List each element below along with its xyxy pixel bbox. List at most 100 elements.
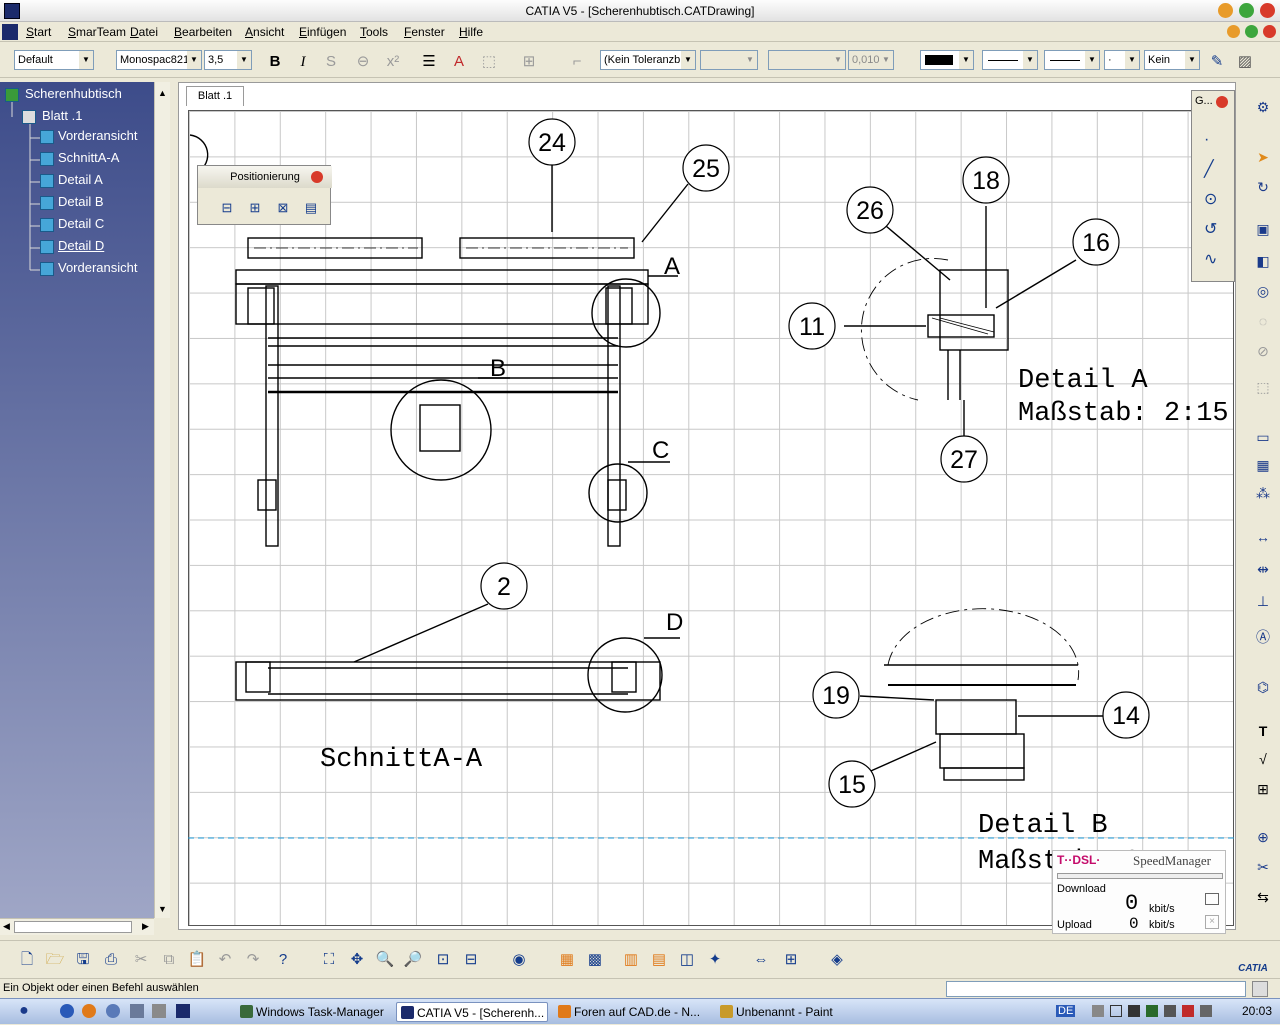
tray-phone-icon[interactable] [1128,1005,1140,1017]
tray-window-icon[interactable] [1110,1005,1122,1017]
position-icon[interactable]: ⌐ [566,52,588,72]
tree-view-item[interactable]: SchnittA-A [58,150,119,165]
close-icon[interactable] [1216,96,1228,108]
command-input[interactable] [946,981,1246,997]
help-icon[interactable]: ? [272,949,294,971]
scroll-thumb[interactable] [14,921,132,933]
strikethrough-icon[interactable]: ⊖ [352,52,374,72]
constraint-icon[interactable]: ⁂ [1252,482,1274,504]
clock[interactable]: 20:03 [1242,1004,1272,1018]
table-icon[interactable]: ▦ [1252,454,1274,476]
doc-minimize-button[interactable] [1227,25,1240,38]
grid-table-icon[interactable]: ⊞ [1252,778,1274,800]
menu-item-hilfe[interactable]: Hilfe [459,24,483,40]
text-icon[interactable]: T [1252,720,1274,742]
align-right-icon[interactable]: ⊠ [270,198,296,218]
spline-icon[interactable]: ∿ [1204,249,1217,269]
quicklaunch-catia-icon[interactable] [176,1004,190,1018]
tray-network-icon[interactable] [1146,1005,1158,1017]
doc-close-button[interactable] [1263,25,1276,38]
copy-icon[interactable]: ⧉ [158,949,180,971]
tree-view-item[interactable]: Vorderansicht [58,128,138,143]
swap-icon[interactable]: ◉ [508,949,530,971]
tree-horizontal-scrollbar[interactable]: ◀ ▶ [0,918,154,935]
anchor-icon[interactable]: ⊞ [518,52,540,72]
broken-view-icon[interactable]: ⊘ [1252,340,1274,362]
pattern-select[interactable]: Kein ▼ [1144,50,1200,70]
menu-item-ansicht[interactable]: Ansicht [245,24,284,40]
pan-icon[interactable]: ✥ [346,949,368,971]
dimension-icon[interactable]: ↔ [1252,526,1274,548]
command-button[interactable] [1252,981,1268,997]
filter-icon[interactable]: ▤ [648,949,670,971]
menu-item-datei[interactable]: Datei [130,24,158,40]
update-icon[interactable]: ↻ [1252,176,1274,198]
tree-root[interactable]: Scherenhubtisch [25,86,122,101]
print-icon[interactable]: ⎙ [100,949,122,971]
frame-icon[interactable]: ⬚ [478,52,500,72]
new-file-icon[interactable]: 🗋 [16,949,38,971]
tray-antivirus-icon[interactable] [1182,1005,1194,1017]
view-icon[interactable]: ▣ [1252,218,1274,240]
fit-all-icon[interactable]: ⛶ [318,949,340,971]
analysis-icon[interactable]: ▥ [620,949,642,971]
document-icon[interactable] [2,24,18,40]
tree-view-item[interactable]: Detail D [58,238,104,253]
grid-icon[interactable]: ▦ [556,949,578,971]
line-icon[interactable]: ╱ [1204,159,1214,179]
menu-item-start[interactable]: Start [26,24,51,40]
chained-dimension-icon[interactable]: ⇹ [1252,558,1274,580]
circle-icon[interactable]: ⊙ [1204,189,1217,209]
menu-item-bearbeiten[interactable]: Bearbeiten [174,24,232,40]
menu-item-fenster[interactable]: Fenster [404,24,445,40]
taskbar-task[interactable]: Unbenannt - Paint [716,1002,868,1022]
undo-icon[interactable]: ↶ [214,949,236,971]
tray-battery-icon[interactable] [1164,1005,1176,1017]
dress-up-icon[interactable]: ✂ [1252,856,1274,878]
menu-item-einfügen[interactable]: Einfügen [299,24,346,40]
font-select[interactable]: Monospac821 ▼ [116,50,202,70]
close-icon[interactable] [311,171,323,183]
line-weight-select[interactable]: ▼ [1044,50,1100,70]
point-icon[interactable]: · [1204,131,1209,149]
display-icon[interactable]: ◫ [676,949,698,971]
close-icon[interactable]: × [1205,915,1219,929]
point-style-select[interactable]: · ▼ [1104,50,1140,70]
tolerance-type-select[interactable]: ▼ [700,50,758,70]
clipping-icon[interactable]: ◌ [1252,310,1274,332]
tray-volume-icon[interactable] [1200,1005,1212,1017]
style-select[interactable]: Default ▼ [14,50,94,70]
underline-button[interactable]: S [320,52,342,72]
hatch-pattern-icon[interactable]: ▨ [1234,52,1256,72]
superscript-icon[interactable]: x² [382,52,404,72]
paste-icon[interactable]: 📋 [186,949,208,971]
align-center-icon[interactable]: ⊞ [242,198,268,218]
catia-app-icon[interactable] [4,3,20,19]
roughness-icon[interactable]: √ [1252,748,1274,770]
taskbar-task[interactable]: CATIA V5 - [Scherenh... [396,1002,548,1022]
distribute-icon[interactable]: ▤ [298,198,324,218]
italic-button[interactable]: I [292,52,314,72]
frame-rectangle-icon[interactable]: ▭ [1252,426,1274,448]
tray-icon[interactable] [1092,1005,1104,1017]
align-left-icon[interactable]: ⊟ [214,198,240,218]
text-annotation-icon[interactable]: Ⓐ [1252,626,1274,648]
snap-grid-icon[interactable]: ▩ [584,949,606,971]
tree-view-item[interactable]: Detail A [58,172,103,187]
start-apple-icon[interactable]: ● [4,1002,44,1022]
align-icon[interactable]: ☰ [418,52,440,72]
paint-brush-icon[interactable]: ✎ [1206,52,1228,72]
quicklaunch-globe-icon[interactable] [60,1004,74,1018]
sheet-tab[interactable]: Blatt .1 [186,86,244,106]
balloon-icon[interactable]: ⌬ [1252,676,1274,698]
font-size-select[interactable]: 3,5 ▼ [204,50,252,70]
select-arrow-icon[interactable]: ➤ [1252,146,1274,168]
tree-view-item[interactable]: Detail B [58,194,104,209]
tolerance-select[interactable]: (Kein Toleranzb ▼ [600,50,696,70]
sheet-properties-icon[interactable]: ⊞ [780,949,802,971]
color-select[interactable]: ▼ [920,50,974,70]
close-button[interactable] [1260,3,1275,18]
doc-maximize-button[interactable] [1245,25,1258,38]
tree-vertical-scrollbar[interactable]: ▲ ▼ [154,82,170,918]
wizard-icon[interactable]: ⬚ [1252,376,1274,398]
